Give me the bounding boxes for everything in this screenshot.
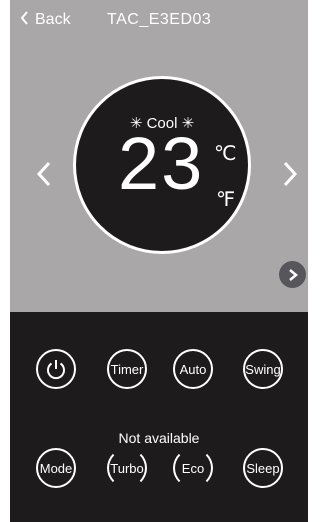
sleep-label: Sleep [246,460,280,476]
chevron-left-icon [20,11,29,29]
celsius-unit[interactable]: ℃ [214,141,236,166]
auto-button[interactable]: Auto [173,349,213,389]
swing-label: Swing [245,361,281,377]
mode-label: Mode [39,460,73,476]
device-title: TAC_E3ED03 [107,11,212,28]
eco-button[interactable]: Eco [173,448,213,488]
controls-panel: Timer Auto Swing Not available Mode Turb… [10,312,308,522]
not-available-note: Not available [118,430,200,446]
chevron-right-icon [288,268,298,281]
temperature-up-arrow[interactable] [280,159,300,189]
app-screen: Back TAC_E3ED03 ✳ Cool ✳ 23 ℃ ℉ Timer Au… [10,0,308,522]
temperature-value: 23 [118,122,205,205]
sleep-button[interactable]: Sleep [243,448,283,488]
temperature-down-arrow[interactable] [34,159,54,189]
temperature-panel: Back TAC_E3ED03 ✳ Cool ✳ 23 ℃ ℉ [10,0,308,312]
turbo-label: Turbo [110,460,144,476]
swing-button[interactable]: Swing [243,349,283,389]
temperature-dial: ✳ Cool ✳ 23 ℃ ℉ [73,76,251,254]
eco-label: Eco [181,460,205,476]
power-button[interactable] [36,349,76,389]
turbo-button[interactable]: Turbo [107,448,147,488]
auto-label: Auto [179,361,207,377]
mode-button[interactable]: Mode [36,448,76,488]
more-button[interactable] [279,261,306,288]
fahrenheit-unit[interactable]: ℉ [216,187,235,212]
chevron-right-icon [283,161,298,187]
back-label: Back [35,11,71,28]
chevron-left-icon [36,161,51,187]
back-button[interactable]: Back [20,11,71,29]
timer-button[interactable]: Timer [107,349,147,389]
timer-label: Timer [110,361,144,377]
power-icon [47,360,65,380]
